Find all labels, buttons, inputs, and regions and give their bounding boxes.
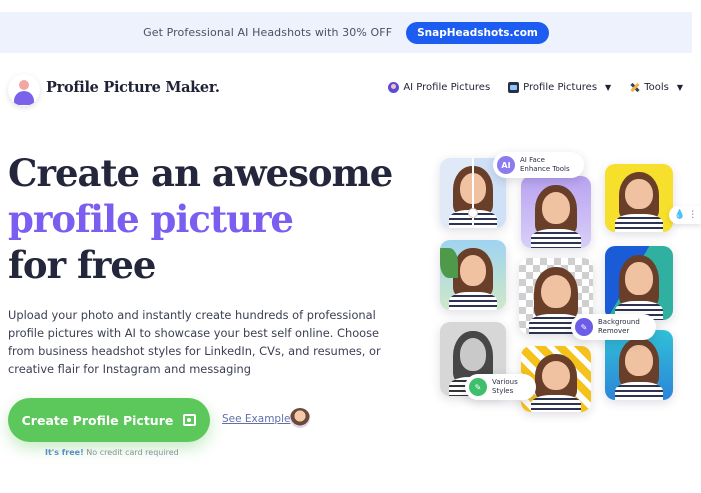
sample-photo-beach xyxy=(440,240,506,310)
ai-profile-icon xyxy=(388,82,400,93)
nav-label: Profile Pictures xyxy=(523,82,598,93)
nav-label: AI Profile Pictures xyxy=(403,82,491,93)
site-header: Profile Picture Maker. AI Profile Pictur… xyxy=(0,68,701,112)
promo-banner-button[interactable]: SnapHeadshots.com xyxy=(406,21,549,44)
hero-title-line-3: for free xyxy=(8,243,156,287)
tools-icon xyxy=(629,82,640,93)
chevron-down-icon: ▼ xyxy=(676,83,683,92)
droplet-icon: 💧 xyxy=(674,210,686,220)
ai-face-enhance-badge: AI AI Face Enhance Tools xyxy=(493,152,584,178)
badge-label: Various Styles xyxy=(492,378,518,395)
sample-photo-purple xyxy=(521,176,591,248)
chevron-down-icon: ▼ xyxy=(605,83,612,92)
see-example-link[interactable]: See Example xyxy=(222,413,290,425)
background-remover-badge: ✎ Background Remover xyxy=(571,314,656,340)
nav-item-tools[interactable]: Tools ▼ xyxy=(629,82,683,93)
grip-icon: ⋮ xyxy=(688,210,698,220)
nav-item-ai-profile-pictures[interactable]: AI Profile Pictures xyxy=(388,82,490,93)
wand-icon: ✎ xyxy=(575,318,593,336)
example-avatar[interactable] xyxy=(290,408,310,428)
profile-pictures-icon xyxy=(508,82,520,93)
badge-label: AI Face Enhance Tools xyxy=(520,156,570,173)
nav-label: Tools xyxy=(644,82,669,93)
profile-picture-collage: AI AI Face Enhance Tools ✎ Background Re… xyxy=(425,150,701,420)
free-note-bold: It's free! xyxy=(45,448,84,457)
image-icon xyxy=(183,414,197,426)
sample-photo-confetti xyxy=(605,164,673,232)
hero-title: Create an awesome profile picture for fr… xyxy=(8,150,393,288)
various-styles-badge: ✎ Various Styles xyxy=(465,374,536,400)
logo-avatar-icon[interactable] xyxy=(8,74,40,106)
free-note-rest: No credit card required xyxy=(83,448,179,457)
badge-label: Background Remover xyxy=(598,318,640,335)
sample-photo-blue xyxy=(605,246,673,320)
brand-name[interactable]: Profile Picture Maker. xyxy=(46,79,220,96)
hero-title-line-2: profile picture xyxy=(8,197,294,241)
nav-item-profile-pictures[interactable]: Profile Pictures ▼ xyxy=(508,82,611,93)
hero-description: Upload your photo and instantly create h… xyxy=(8,308,381,376)
promo-banner-text: Get Professional AI Headshots with 30% O… xyxy=(143,26,393,39)
create-profile-picture-button[interactable]: Create Profile Picture xyxy=(8,398,210,442)
brush-icon: ✎ xyxy=(469,378,487,396)
cta-label: Create Profile Picture xyxy=(21,412,174,428)
sample-photo-teal xyxy=(605,330,673,400)
ai-icon: AI xyxy=(497,156,515,174)
free-note: It's free! No credit card required xyxy=(45,448,179,457)
main-nav: AI Profile Pictures Profile Pictures ▼ T… xyxy=(388,82,683,93)
promo-banner: Get Professional AI Headshots with 30% O… xyxy=(0,12,692,53)
hero-title-line-1: Create an awesome xyxy=(8,151,393,195)
side-widget-button[interactable]: 💧 ⋮ xyxy=(669,206,701,224)
